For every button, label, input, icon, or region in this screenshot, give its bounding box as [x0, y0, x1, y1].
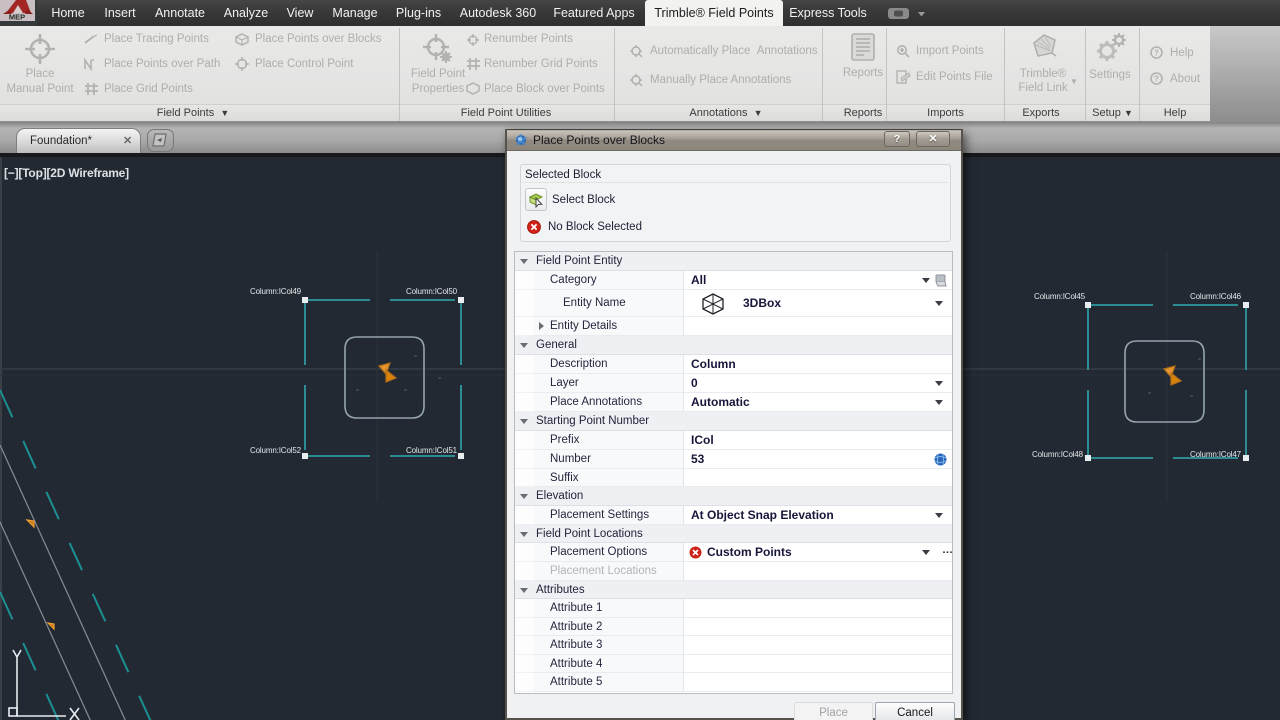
svg-text:?: ? [1154, 75, 1159, 84]
svg-text:?: ? [1154, 49, 1159, 58]
svg-text:Column:ICol48: Column:ICol48 [1032, 450, 1084, 459]
svg-text:Column:ICol47: Column:ICol47 [1190, 450, 1242, 459]
svg-text:Column:ICol45: Column:ICol45 [1034, 292, 1086, 301]
svg-text:Column:ICol50: Column:ICol50 [406, 287, 458, 296]
svg-text:Column:ICol49: Column:ICol49 [250, 287, 302, 296]
svg-text:Column:ICol46: Column:ICol46 [1190, 292, 1242, 301]
svg-text:Column:ICol51: Column:ICol51 [406, 446, 458, 455]
svg-text:Column:ICol52: Column:ICol52 [250, 446, 302, 455]
svg-text:MEP: MEP [9, 13, 25, 22]
